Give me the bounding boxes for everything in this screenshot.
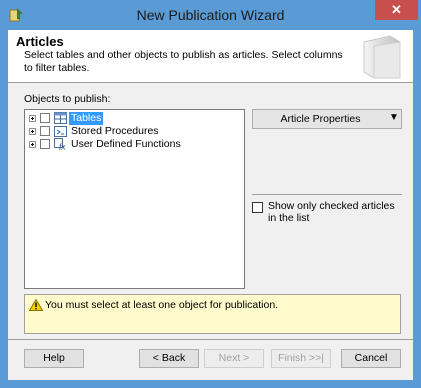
stored-procedures-checkbox[interactable] xyxy=(40,126,50,136)
dropdown-arrow-icon: ▼ xyxy=(389,112,399,123)
article-properties-label: Article Properties xyxy=(280,113,361,125)
publication-graphic-icon xyxy=(363,35,401,79)
objects-to-publish-label: Objects to publish: xyxy=(24,93,111,105)
options-divider xyxy=(252,194,402,195)
validation-message-text: You must select at least one object for … xyxy=(45,299,279,311)
validation-message-box: You must select at least one object for … xyxy=(24,294,401,334)
cancel-button[interactable]: Cancel xyxy=(341,349,401,368)
svg-text:fx: fx xyxy=(59,142,66,151)
user-defined-functions-checkbox[interactable] xyxy=(40,139,50,149)
finish-button[interactable]: Finish >>| xyxy=(271,349,331,368)
tree-item-label: User Defined Functions xyxy=(71,138,181,150)
warning-icon xyxy=(29,299,43,311)
tables-checkbox[interactable] xyxy=(40,113,50,123)
next-button[interactable]: Next > xyxy=(204,349,264,368)
back-button[interactable]: < Back xyxy=(139,349,199,368)
objects-tree[interactable]: Tables Stored Procedures fx User Defined… xyxy=(24,109,245,289)
show-only-checked-label: Show only checked articles in the list xyxy=(268,200,395,224)
page-description: Select tables and other objects to publi… xyxy=(24,49,343,74)
expand-icon[interactable] xyxy=(29,115,36,122)
wizard-client-area: Articles Select tables and other objects… xyxy=(8,30,413,380)
tree-item-label: Tables xyxy=(69,112,104,125)
title-bar: New Publication Wizard ✕ xyxy=(0,0,421,30)
wizard-header: Articles Select tables and other objects… xyxy=(8,30,413,83)
stored-procedure-icon xyxy=(54,126,67,137)
footer-divider xyxy=(8,339,413,340)
wizard-window: New Publication Wizard ✕ Articles Select… xyxy=(0,0,421,388)
close-button[interactable]: ✕ xyxy=(375,0,418,20)
page-title: Articles xyxy=(16,34,64,49)
expand-icon[interactable] xyxy=(29,141,36,148)
expand-icon[interactable] xyxy=(29,128,36,135)
tree-item-label: Stored Procedures xyxy=(71,125,159,137)
table-icon xyxy=(54,112,67,124)
window-title: New Publication Wizard xyxy=(136,7,285,23)
function-icon: fx xyxy=(54,138,66,151)
show-only-checked-checkbox[interactable] xyxy=(252,202,263,213)
article-properties-button[interactable]: Article Properties ▼ xyxy=(252,109,402,129)
help-button[interactable]: Help xyxy=(24,349,84,368)
